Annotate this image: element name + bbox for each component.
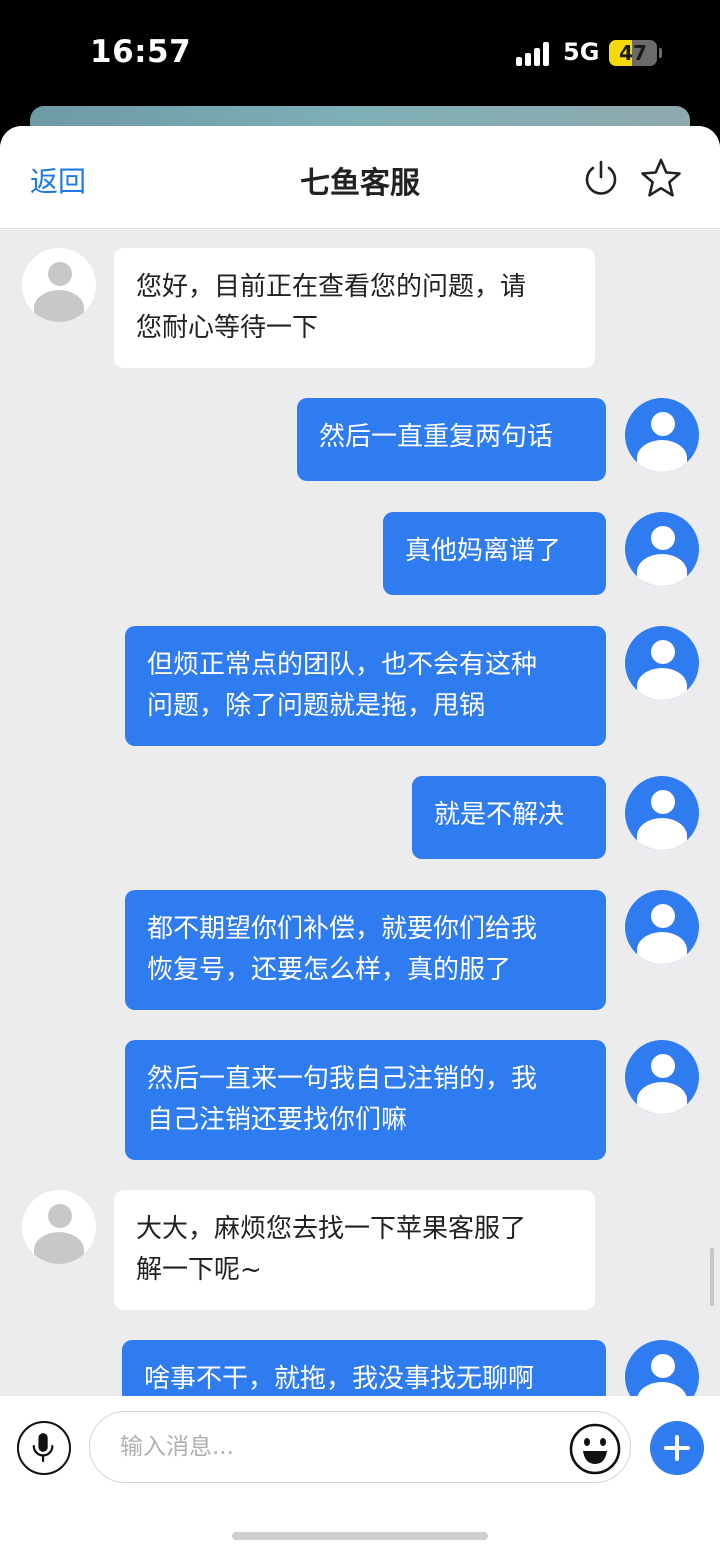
scrollbar[interactable] bbox=[710, 1248, 714, 1306]
home-indicator bbox=[232, 1532, 488, 1540]
message-input[interactable] bbox=[120, 1426, 550, 1468]
user-avatar bbox=[625, 512, 699, 586]
signal-icon bbox=[516, 42, 549, 66]
nav-bar: 返回 七鱼客服 bbox=[0, 126, 720, 229]
agent-avatar bbox=[22, 1190, 96, 1264]
user-avatar bbox=[625, 1040, 699, 1114]
message-bubble: 然后一直重复两句话 bbox=[297, 398, 606, 481]
user-avatar bbox=[625, 626, 699, 700]
message-bubble: 但烦正常点的团队，也不会有这种 问题，除了问题就是拖，甩锅 bbox=[125, 626, 606, 746]
message-bubble: 您好，目前正在查看您的问题，请 您耐心等待一下 bbox=[114, 248, 595, 368]
battery-level: 47 bbox=[619, 41, 647, 65]
user-avatar bbox=[625, 776, 699, 850]
microphone-icon[interactable] bbox=[17, 1421, 71, 1475]
message-bubble: 然后一直来一句我自己注销的，我 自己注销还要找你们嘛 bbox=[125, 1040, 606, 1160]
power-icon[interactable] bbox=[582, 159, 620, 197]
input-bar bbox=[0, 1396, 720, 1561]
user-avatar bbox=[625, 1340, 699, 1396]
message-bubble: 真他妈离谱了 bbox=[383, 512, 606, 595]
status-bar: 16:57 5G 47 bbox=[0, 0, 720, 108]
message-bubble: 就是不解决 bbox=[412, 776, 606, 859]
emoji-icon[interactable] bbox=[568, 1422, 622, 1476]
message-bubble: 啥事不干，就拖，我没事找无聊啊 bbox=[122, 1340, 606, 1396]
user-avatar bbox=[625, 398, 699, 472]
network-type: 5G bbox=[563, 38, 600, 66]
battery-icon: 47 bbox=[609, 40, 657, 66]
message-bubble: 都不期望你们补偿，就要你们给我 恢复号，还要怎么样，真的服了 bbox=[125, 890, 606, 1010]
message-input-field[interactable] bbox=[89, 1411, 631, 1483]
message-bubble: 大大，麻烦您去找一下苹果客服了 解一下呢~ bbox=[114, 1190, 595, 1310]
star-icon[interactable] bbox=[640, 157, 682, 199]
message-list[interactable]: 您好，目前正在查看您的问题，请 您耐心等待一下 然后一直重复两句话 真他妈离谱了 … bbox=[0, 230, 720, 1396]
plus-icon[interactable] bbox=[650, 1421, 704, 1475]
user-avatar bbox=[625, 890, 699, 964]
status-time: 16:57 bbox=[90, 34, 192, 70]
agent-avatar bbox=[22, 248, 96, 322]
chat-sheet: 返回 七鱼客服 您好，目前正在查看您的问题，请 您耐心等待一下 然后一直重复两句话… bbox=[0, 126, 720, 1561]
